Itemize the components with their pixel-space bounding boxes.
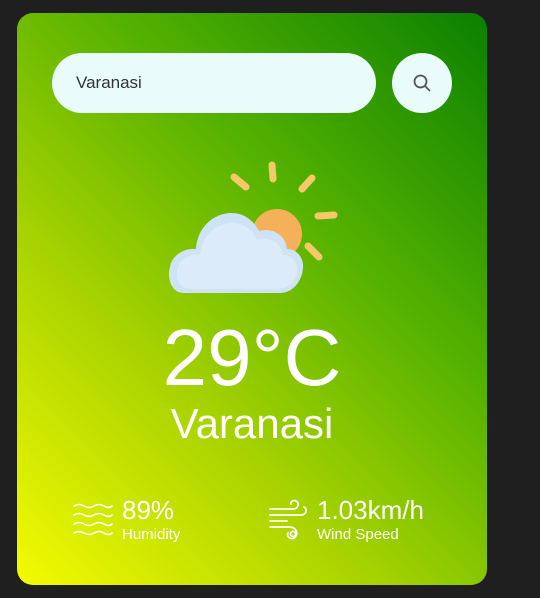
- wind-detail: 1.03km/h Wind Speed: [267, 497, 424, 542]
- wind-label: Wind Speed: [317, 526, 399, 543]
- city-name: Varanasi: [170, 400, 334, 447]
- weather-card: 29°C Varanasi 89% Humidity: [17, 13, 487, 585]
- search-icon: [413, 74, 431, 92]
- wind-text: 1.03km/h Wind Speed: [317, 497, 424, 542]
- humidity-value: 89%: [122, 495, 175, 525]
- wind-value: 1.03km/h: [317, 495, 424, 525]
- temperature: 29°C: [162, 313, 342, 402]
- wind-icon: [269, 499, 308, 539]
- search-button[interactable]: [392, 53, 452, 113]
- search-input[interactable]: [52, 53, 376, 113]
- partly-cloudy-icon: [168, 161, 338, 293]
- humidity-detail: 89% Humidity: [72, 497, 180, 542]
- humidity-text: 89% Humidity: [122, 497, 180, 542]
- humidity-label: Humidity: [122, 526, 181, 543]
- humidity-waves-icon: [73, 503, 113, 535]
